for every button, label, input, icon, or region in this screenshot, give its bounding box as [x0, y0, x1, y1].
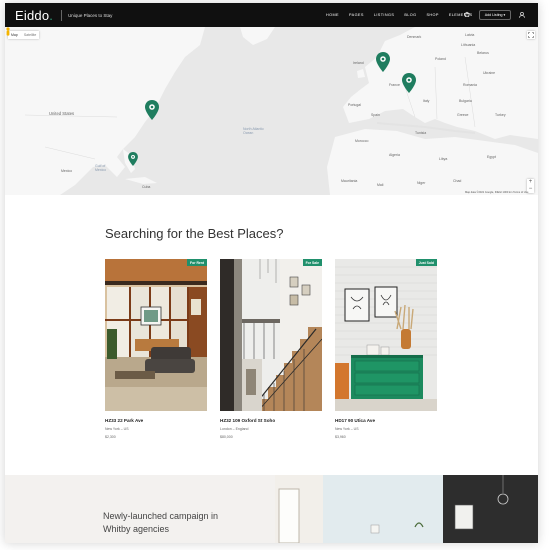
listing-badge: For Rent	[187, 259, 207, 266]
nav-listings[interactable]: LISTINGS	[374, 13, 395, 17]
map-type-satellite[interactable]: Satellite	[21, 31, 39, 39]
map-marker-new-york[interactable]	[145, 100, 159, 120]
cart-icon[interactable]	[463, 11, 471, 19]
map-label-cuba: Cuba	[142, 185, 151, 189]
user-icon[interactable]	[518, 11, 526, 19]
site-header: Eiddo. Unique Places to Stay HOME PAGES …	[5, 3, 538, 27]
map-label-chad: Chad	[453, 179, 462, 183]
site-tagline: Unique Places to Stay	[68, 12, 113, 18]
map-label-ukraine: Ukraine	[483, 71, 496, 75]
map-label-lithuania: Lithuania	[461, 43, 476, 47]
listing-price: $80,000	[220, 435, 233, 439]
map-marker-florida[interactable]	[128, 152, 138, 166]
listing-image-living-room[interactable]: For Rent	[105, 259, 207, 411]
map-label-greece: Greece	[457, 113, 469, 117]
browser-frame: Eiddo. Unique Places to Stay HOME PAGES …	[5, 3, 538, 543]
listing-location: New York – US	[105, 427, 129, 431]
map-label-portugal: Portugal	[348, 103, 362, 107]
map-attribution: Map data ©2021 Google, INEGI 1000 km Ter…	[465, 191, 529, 194]
listings-map[interactable]: Map Satellite United States Mexico Gulf …	[5, 27, 538, 195]
map-label-mexico: Mexico	[61, 169, 73, 173]
listing-badge: For Sale	[302, 259, 322, 266]
map-label-latvia: Latvia	[465, 33, 475, 37]
listing-card[interactable]: For Rent HZ33 22 Park Ave New York – US …	[105, 259, 207, 445]
listing-price: $2,300	[105, 435, 116, 439]
fullscreen-icon[interactable]	[527, 31, 535, 39]
banner-interior-image	[275, 475, 538, 543]
nav-home[interactable]: HOME	[326, 13, 339, 17]
zoom-in-button[interactable]: +	[527, 179, 534, 186]
map-label-gulf: Gulf of Mexico	[95, 164, 107, 172]
map-label-turkey: Turkey	[495, 113, 506, 117]
map-type-toggle: Map Satellite	[8, 31, 40, 39]
map-label-denmark: Denmark	[407, 35, 422, 39]
listing-image-staircase[interactable]: For Sale	[220, 259, 322, 411]
map-label-poland: Poland	[435, 57, 446, 61]
map-marker-europe[interactable]	[402, 73, 416, 93]
map-land	[5, 27, 538, 195]
map-label-morocco: Morocco	[355, 139, 369, 143]
map-label-spain: Spain	[371, 113, 380, 117]
map-label-belarus: Belarus	[477, 51, 489, 55]
banner-heading: Newly-launched campaign in Whitby agenci…	[103, 511, 219, 534]
map-label-bulgaria: Bulgaria	[459, 99, 472, 103]
map-label-egypt: Egypt	[487, 155, 496, 159]
nav-blog[interactable]: BLOG	[404, 13, 416, 17]
nav-pages[interactable]: PAGES	[349, 13, 364, 17]
map-marker-london[interactable]	[376, 52, 390, 72]
listing-title[interactable]: HZ33 22 Park Ave	[105, 418, 143, 423]
listing-badge: Just Sold	[415, 259, 437, 266]
map-label-niger: Niger	[417, 181, 426, 185]
map-label-ireland: Ireland	[353, 61, 364, 65]
map-label-romania: Romania	[463, 83, 478, 87]
map-label-us: United States	[49, 111, 75, 116]
listing-location: New York – US	[335, 427, 359, 431]
logo-divider	[61, 9, 63, 21]
map-label-italy: Italy	[423, 99, 430, 103]
map-label-atlantic: North Atlantic Ocean	[243, 127, 264, 135]
map-label-algeria: Algeria	[389, 153, 400, 157]
campaign-banner: Newly-launched campaign in Whitby agenci…	[5, 475, 538, 543]
site-logo[interactable]: Eiddo.	[15, 8, 53, 23]
map-label-libya: Libya	[439, 157, 448, 161]
listing-price: $3,960	[335, 435, 346, 439]
main-nav: HOME PAGES LISTINGS BLOG SHOP ELEMENTS	[326, 3, 483, 27]
map-label-tunisia: Tunisia	[415, 131, 427, 135]
listing-image-dresser[interactable]: Just Sold	[335, 259, 437, 411]
nav-shop[interactable]: SHOP	[426, 13, 438, 17]
map-label-mauritania: Mauritania	[341, 179, 358, 183]
listing-title[interactable]: HZ32 109 Oxford St Soho	[220, 418, 275, 423]
map-label-mali: Mali	[377, 183, 384, 187]
section-title: Searching for the Best Places?	[105, 226, 284, 241]
listing-location: London – England	[220, 427, 249, 431]
listing-title[interactable]: HD17 90 Utica Ave	[335, 418, 375, 423]
listing-card[interactable]: Just Sold HD17 90 Utica Ave New York – U…	[335, 259, 437, 445]
listing-card[interactable]: For Sale HZ32 109 Oxford St Soho London …	[220, 259, 322, 445]
add-listing-button[interactable]: Add Listing ▾	[479, 10, 511, 20]
map-label-france: France	[389, 83, 400, 87]
street-view-pegman-icon[interactable]	[5, 27, 11, 37]
